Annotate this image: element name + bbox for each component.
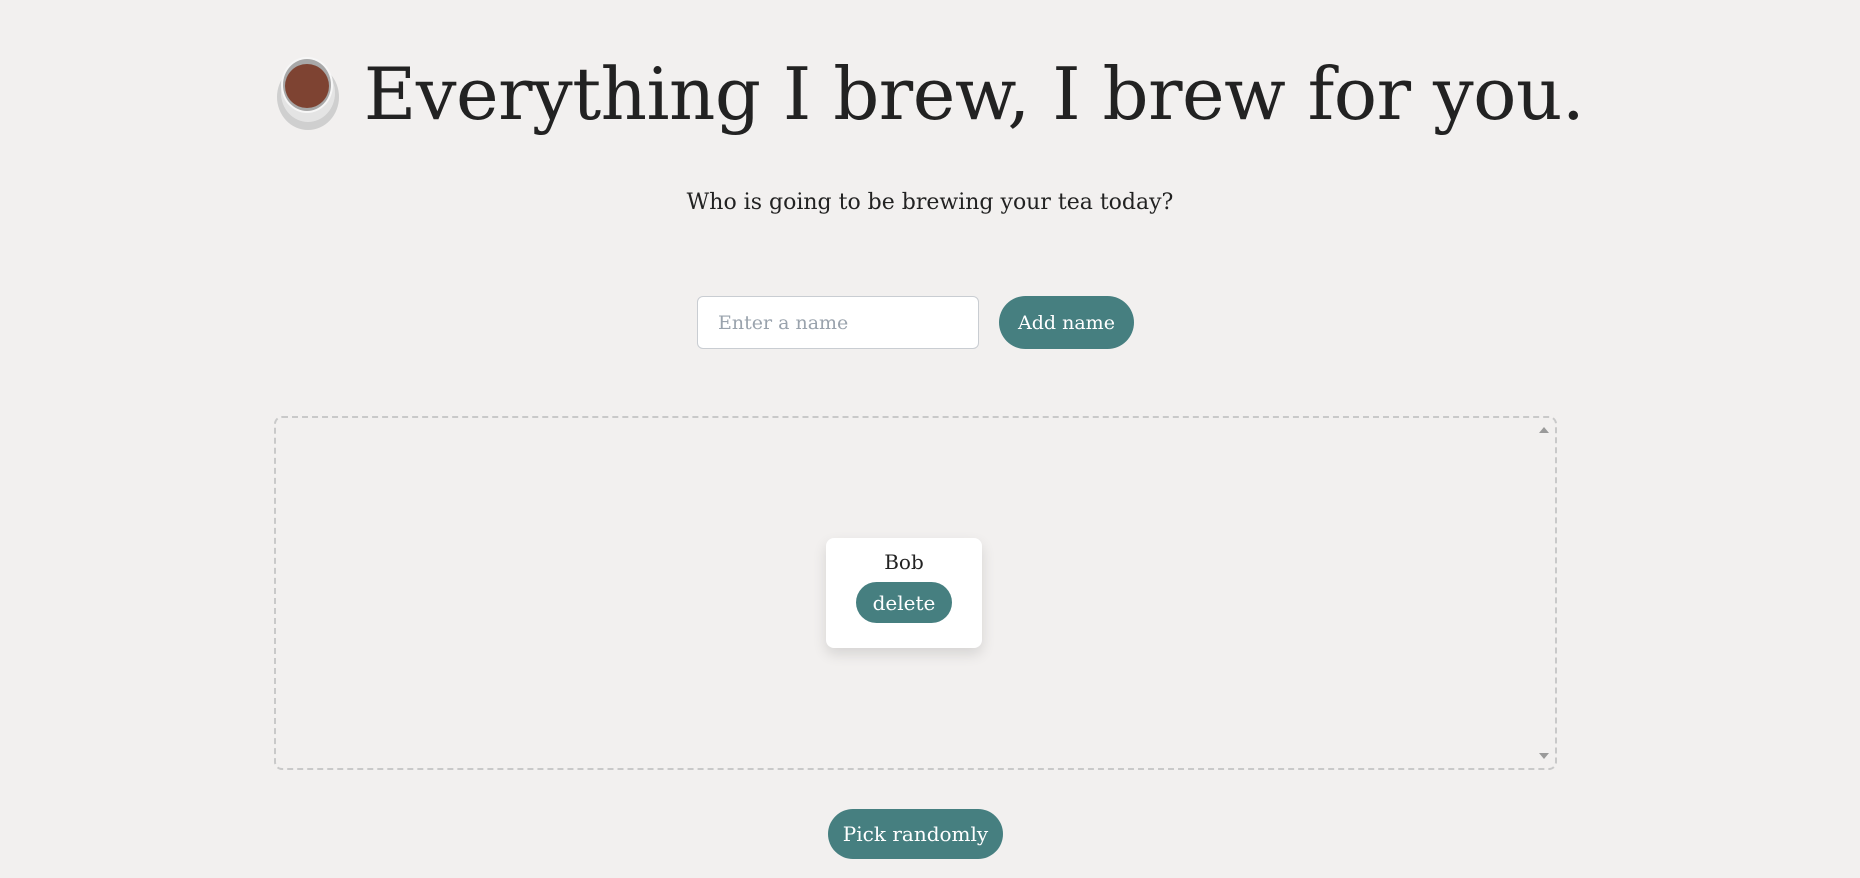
page-title: Everything I brew, I brew for you. [363, 52, 1585, 136]
subtitle: Who is going to be brewing your tea toda… [686, 190, 1174, 215]
page: Everything I brew, I brew for you. Who i… [0, 0, 1860, 878]
add-name-form: Add name [697, 296, 1134, 349]
scroll-up-arrow-icon[interactable] [1539, 427, 1549, 433]
name-card-label: Bob [884, 550, 924, 574]
add-name-button[interactable]: Add name [999, 296, 1134, 349]
tea-cup-icon [276, 57, 339, 130]
header: Everything I brew, I brew for you. [0, 44, 1860, 144]
name-input[interactable] [697, 296, 979, 349]
name-card: Bob delete [826, 538, 982, 648]
pick-randomly-button[interactable]: Pick randomly [828, 809, 1003, 859]
delete-button[interactable]: delete [856, 582, 952, 623]
scroll-down-arrow-icon[interactable] [1539, 753, 1549, 759]
names-list[interactable]: Bob delete [274, 416, 1557, 770]
